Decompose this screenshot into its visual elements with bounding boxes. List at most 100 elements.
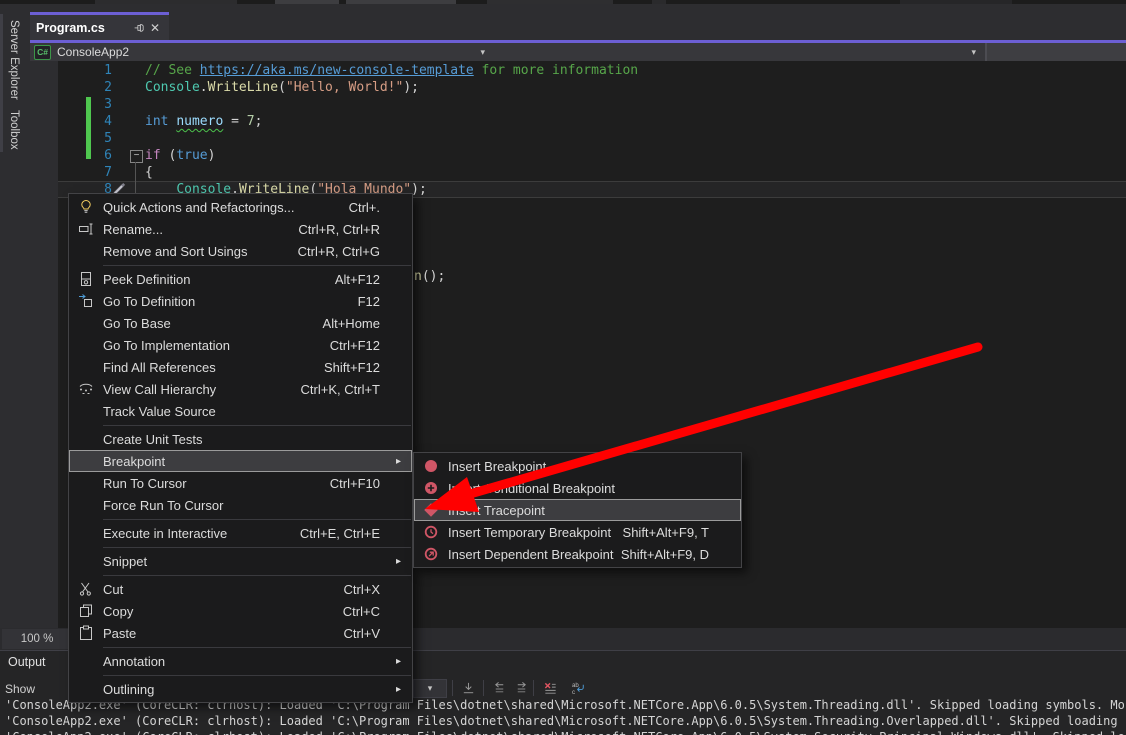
tab-edge (0, 104, 3, 152)
menu-item-shortcut: Ctrl+R, Ctrl+R (298, 222, 396, 237)
menu-item-go-to-base[interactable]: Go To BaseAlt+Home (69, 312, 412, 334)
copy-icon (69, 603, 103, 619)
tab-program-cs[interactable]: Program.cs ✕ (30, 12, 169, 40)
lightbulb-icon (69, 199, 103, 215)
chevron-down-icon[interactable]: ▾ (971, 47, 984, 58)
menu-item-label: Paste (103, 626, 344, 641)
menu-separator (103, 547, 411, 548)
menu-item-annotation[interactable]: Annotation▸ (69, 650, 412, 672)
close-icon[interactable]: ✕ (147, 20, 163, 36)
word-wrap-icon[interactable]: abc (567, 679, 591, 697)
temporary-breakpoint-icon (414, 524, 448, 540)
code-line-6[interactable]: 6if (true) (58, 147, 1126, 164)
code-line-7[interactable]: 7{ (58, 164, 1126, 181)
zoom-level-dropdown[interactable]: 100 % (2, 629, 72, 649)
menu-separator (103, 425, 411, 426)
menu-item-execute-in-interactive[interactable]: Execute in InteractiveCtrl+E, Ctrl+E (69, 522, 412, 544)
menu-item-force-run-to-cursor[interactable]: Force Run To Cursor (69, 494, 412, 516)
sidebar-item-server-explorer[interactable]: Server Explorer (0, 14, 28, 106)
tracepoint-icon (414, 502, 448, 518)
submenu-arrow-icon: ▸ (396, 456, 412, 467)
line-number: 4 (58, 113, 112, 130)
menu-item-label: Annotation (103, 654, 380, 669)
cut-icon (69, 581, 103, 597)
show-output-from-dropdown[interactable]: ▾ (413, 679, 447, 698)
menu-item-shortcut: Ctrl+C (343, 604, 396, 619)
menu-item-insert-conditional-breakpoint[interactable]: Insert Conditional Breakpoint (414, 477, 741, 499)
paste-icon (69, 625, 103, 641)
menu-item-shortcut: Ctrl+X (344, 582, 396, 597)
menu-item-label: Breakpoint (103, 454, 380, 469)
show-output-from-label: Show (5, 682, 35, 696)
project-dropdown[interactable]: C# ConsoleApp2 ▾ (30, 43, 493, 61)
code-text: // See https://aka.ms/new-console-templa… (112, 62, 638, 79)
menu-item-shortcut: Ctrl+K, Ctrl+T (301, 382, 396, 397)
tab-edge (0, 14, 3, 106)
type-dropdown[interactable]: ▾ (494, 43, 984, 61)
sidebar-item-label: Toolbox (8, 110, 20, 150)
menu-item-label: View Call Hierarchy (103, 382, 301, 397)
previous-message-icon[interactable] (489, 679, 509, 697)
code-text: int numero = 7; (112, 113, 262, 130)
menu-item-quick-actions-and-refactorings[interactable]: Quick Actions and Refactorings...Ctrl+. (69, 196, 412, 218)
menu-item-outlining[interactable]: Outlining ▸ (69, 678, 412, 700)
code-text: Console.WriteLine("Hello, World!"); (112, 79, 419, 96)
menu-item-rename[interactable]: Rename...Ctrl+R, Ctrl+R (69, 218, 412, 240)
menu-item-label: Copy (103, 604, 343, 619)
code-fragment: n(); (414, 268, 445, 285)
call-hierarchy-icon (69, 381, 103, 397)
menu-item-insert-breakpoint[interactable]: Insert Breakpoint (414, 455, 741, 477)
menu-item-peek-definition[interactable]: Peek DefinitionAlt+F12 (69, 268, 412, 290)
menu-item-find-all-references[interactable]: Find All ReferencesShift+F12 (69, 356, 412, 378)
menu-item-shortcut: Ctrl+R, Ctrl+G (298, 244, 396, 259)
menu-separator (103, 675, 411, 676)
menu-item-shortcut: Ctrl+F10 (330, 476, 396, 491)
code-line-4[interactable]: 4int numero = 7; (58, 113, 1126, 130)
code-line-3[interactable]: 3 (58, 96, 1126, 113)
toolbar-separator (452, 680, 453, 696)
menu-item-track-value-source[interactable]: Track Value Source (69, 400, 412, 422)
menu-item-label: Go To Definition (103, 294, 358, 309)
menu-item-remove-and-sort-usings[interactable]: Remove and Sort UsingsCtrl+R, Ctrl+G (69, 240, 412, 262)
menu-item-label: Track Value Source (103, 404, 380, 419)
go-to-definition-icon (69, 293, 103, 309)
peek-definition-icon (69, 271, 103, 287)
fold-collapse-icon[interactable]: − (130, 150, 143, 163)
menu-item-go-to-implementation[interactable]: Go To ImplementationCtrl+F12 (69, 334, 412, 356)
chevron-down-icon[interactable]: ▾ (480, 47, 493, 58)
menu-item-copy[interactable]: CopyCtrl+C (69, 600, 412, 622)
menu-item-snippet[interactable]: Snippet▸ (69, 550, 412, 572)
sidebar-item-toolbox[interactable]: Toolbox (0, 104, 28, 152)
next-message-icon[interactable] (511, 679, 531, 697)
code-text: { (112, 164, 153, 181)
member-dropdown[interactable] (987, 43, 1126, 61)
rename-icon (69, 221, 103, 237)
menu-item-label: Go To Implementation (103, 338, 330, 353)
clear-all-icon[interactable] (540, 679, 560, 697)
code-line-1[interactable]: 1// See https://aka.ms/new-console-templ… (58, 62, 1126, 79)
menu-item-cut[interactable]: CutCtrl+X (69, 578, 412, 600)
menu-item-insert-temporary-breakpoint[interactable]: Insert Temporary BreakpointShift+Alt+F9,… (414, 521, 741, 543)
menu-item-run-to-cursor[interactable]: Run To CursorCtrl+F10 (69, 472, 412, 494)
go-to-message-icon[interactable] (458, 679, 478, 697)
menu-item-paste[interactable]: PasteCtrl+V (69, 622, 412, 644)
dependent-breakpoint-icon (414, 546, 448, 562)
toolbar-separator (533, 680, 534, 696)
menu-item-label: Insert Conditional Breakpoint (448, 481, 709, 496)
menu-item-label: Outlining (103, 682, 380, 697)
menu-item-create-unit-tests[interactable]: Create Unit Tests (69, 428, 412, 450)
menu-item-label: Force Run To Cursor (103, 498, 380, 513)
menu-item-breakpoint[interactable]: Breakpoint ▸ (69, 450, 412, 472)
pin-icon[interactable] (131, 20, 147, 36)
menu-item-shortcut: F12 (358, 294, 396, 309)
code-line-2[interactable]: 2Console.WriteLine("Hello, World!"); (58, 79, 1126, 96)
menu-item-insert-tracepoint[interactable]: Insert Tracepoint (414, 499, 741, 521)
menu-item-go-to-definition[interactable]: Go To DefinitionF12 (69, 290, 412, 312)
code-text (112, 96, 145, 113)
conditional-breakpoint-icon (414, 480, 448, 496)
code-line-5[interactable]: 5 (58, 130, 1126, 147)
menu-item-view-call-hierarchy[interactable]: View Call HierarchyCtrl+K, Ctrl+T (69, 378, 412, 400)
submenu-arrow-icon: ▸ (396, 684, 412, 695)
menu-item-label: Find All References (103, 360, 324, 375)
menu-item-insert-dependent-breakpoint[interactable]: Insert Dependent BreakpointShift+Alt+F9,… (414, 543, 741, 565)
